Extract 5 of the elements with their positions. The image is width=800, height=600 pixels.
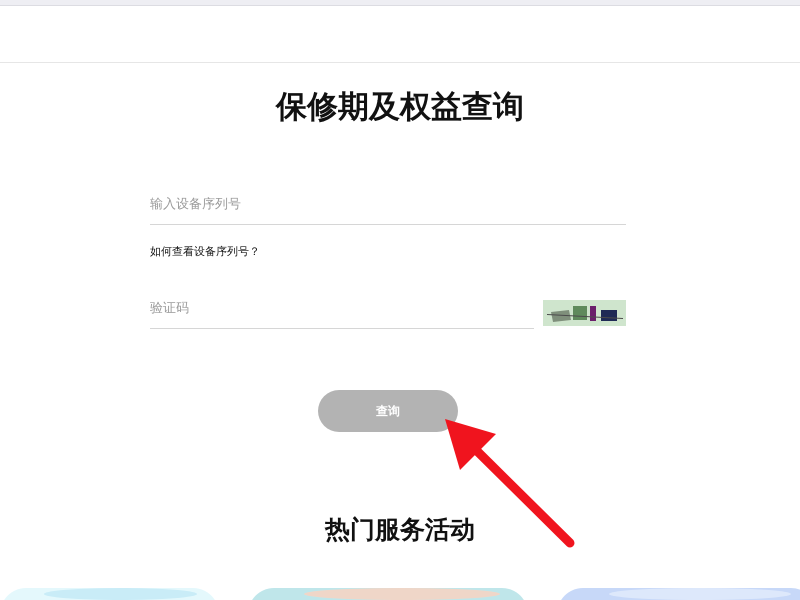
section-title: 热门服务活动 [324,514,476,546]
serial-number-help-link[interactable]: 如何查看设备序列号？ [150,244,260,260]
serial-number-field[interactable]: 输入设备序列号 [150,185,626,225]
page-title: 保修期及权益查询 [274,88,525,127]
captcha-field[interactable]: 验证码 [150,289,534,329]
